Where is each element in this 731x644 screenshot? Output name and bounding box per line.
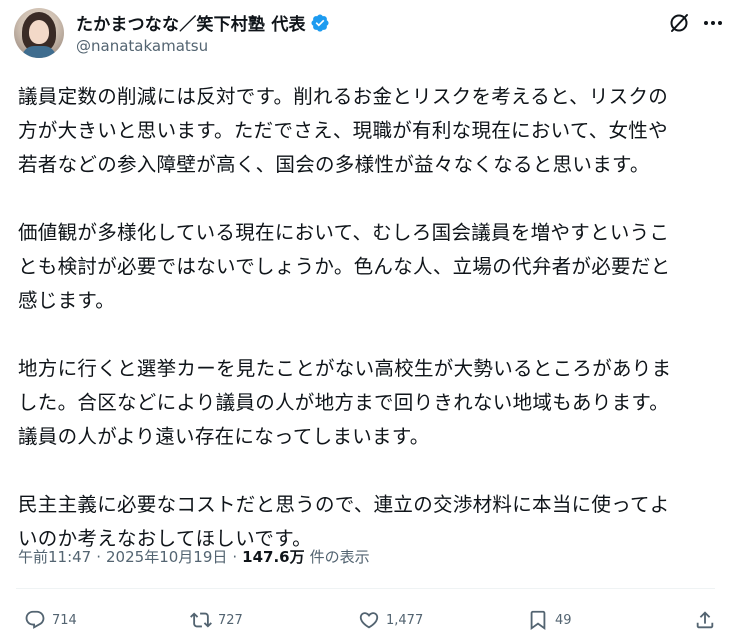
- reply-button[interactable]: 714: [24, 600, 77, 640]
- bookmark-count: 49: [555, 612, 572, 628]
- divider: [16, 588, 715, 589]
- action-bar: 714 727 1,477 49: [0, 600, 731, 640]
- repost-button[interactable]: 727: [190, 600, 243, 640]
- reply-icon: [25, 610, 45, 629]
- display-name[interactable]: たかまつなな／笑下村塾 代表: [76, 10, 306, 35]
- like-icon: [359, 612, 379, 629]
- verified-badge-icon[interactable]: [310, 13, 330, 33]
- share-icon: [696, 611, 714, 629]
- name-row: たかまつなな／笑下村塾 代表: [76, 10, 330, 35]
- views-label: 件の表示: [309, 548, 370, 566]
- tweet-text: 議員定数の削減には反対です。削れるお金とリスクを考えると、リスクの 方が大きいと…: [18, 80, 723, 590]
- bookmark-icon: [530, 610, 546, 631]
- tweet-paragraph: 議員定数の削減には反対です。削れるお金とリスクを考えると、リスクの 方が大きいと…: [18, 85, 669, 176]
- avatar-shoulders: [22, 46, 56, 58]
- share-button[interactable]: [694, 600, 716, 640]
- meta-separator: ·: [96, 547, 102, 566]
- tweet-paragraph: 地方に行くと選挙カーを見たことがない高校生が大勢いるところがありま した。合区な…: [18, 357, 672, 448]
- like-count: 1,477: [386, 612, 424, 628]
- avatar[interactable]: [14, 8, 64, 58]
- grok-icon[interactable]: [667, 11, 691, 35]
- tweet-date[interactable]: 2025年10月19日: [106, 546, 227, 567]
- views-count[interactable]: 147.6万: [242, 546, 304, 567]
- tweet-paragraph: 価値観が多様化している現在において、むしろ国会議員を増やすというこ とも検討が必…: [18, 221, 671, 312]
- reply-count: 714: [52, 612, 77, 628]
- repost-count: 727: [218, 612, 243, 628]
- like-button[interactable]: 1,477: [358, 600, 423, 640]
- avatar-face: [29, 20, 49, 44]
- tweet-header: たかまつなな／笑下村塾 代表 @nanatakamatsu: [0, 0, 731, 70]
- author-handle[interactable]: @nanatakamatsu: [76, 37, 208, 55]
- repost-icon: [190, 612, 212, 628]
- meta-separator: ·: [232, 547, 238, 566]
- bookmark-button[interactable]: 49: [527, 600, 572, 640]
- tweet-time[interactable]: 午前11:47: [18, 546, 91, 567]
- more-icon[interactable]: [701, 11, 725, 35]
- tweet-meta: 午前11:47 · 2025年10月19日 · 147.6万 件の表示: [18, 546, 370, 567]
